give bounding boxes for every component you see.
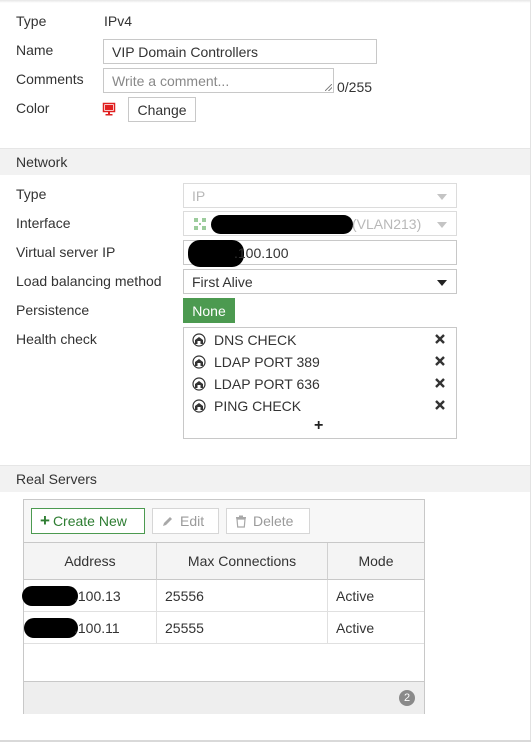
health-check-item[interactable]: PING CHECK: [192, 395, 450, 417]
address-cell: .100.11: [74, 620, 120, 636]
plus-icon: +: [40, 511, 50, 530]
remove-icon[interactable]: [434, 399, 446, 411]
comments-counter: 0/255: [337, 79, 373, 95]
type-value: IPv4: [104, 13, 133, 29]
network-interface-icon: [193, 217, 207, 231]
remove-icon[interactable]: [434, 333, 446, 345]
type-label: Type: [16, 13, 47, 29]
max-connections-cell[interactable]: 25556: [157, 580, 328, 612]
redaction-mark: [22, 586, 78, 606]
health-check-name: PING CHECK: [214, 398, 302, 414]
name-label: Name: [16, 42, 54, 58]
create-new-label: Create New: [52, 513, 127, 529]
mode-cell[interactable]: Active: [328, 612, 424, 644]
chevron-down-icon: [437, 279, 447, 286]
redaction-mark: [24, 618, 78, 638]
network-type-value: IP: [192, 187, 206, 204]
health-check-name: DNS CHECK: [214, 332, 297, 348]
network-type-label: Type: [16, 186, 47, 202]
health-check-label: Health check: [16, 331, 97, 347]
name-input[interactable]: VIP Domain Controllers: [103, 39, 377, 64]
virtual-server-ip-value: .100.100: [234, 245, 289, 261]
health-check-name: LDAP PORT 636: [214, 376, 320, 392]
chevron-down-icon: [437, 193, 447, 200]
trash-icon: [236, 515, 246, 528]
health-check-icon: [192, 377, 206, 391]
create-new-button[interactable]: + Create New: [31, 508, 145, 534]
table-footer: 2: [24, 681, 424, 714]
interface-select: (VLAN213): [183, 211, 457, 236]
delete-label: Delete: [253, 513, 294, 529]
resize-grip-icon[interactable]: [325, 84, 332, 91]
edit-button[interactable]: Edit: [152, 508, 219, 534]
monitor-icon: [102, 102, 116, 116]
interface-suffix: (VLAN213): [352, 216, 422, 232]
color-label: Color: [16, 100, 50, 116]
top-edge: [0, 0, 531, 3]
max-connections-cell[interactable]: 25555: [157, 612, 328, 644]
address-cell: .100.13: [74, 588, 121, 604]
real-servers-panel: + Create New Edit Delete Address Max Con…: [22, 499, 425, 714]
table-row[interactable]: .100.11: [24, 612, 157, 644]
change-color-button[interactable]: Change: [128, 97, 196, 122]
table-row[interactable]: .100.13: [22, 580, 157, 612]
edit-label: Edit: [180, 513, 205, 529]
health-check-icon: [192, 333, 206, 347]
remove-icon[interactable]: [434, 377, 446, 389]
redaction-mark: [211, 215, 353, 234]
chevron-down-icon: [437, 221, 447, 228]
comments-textarea[interactable]: Write a comment...: [103, 68, 334, 93]
column-header-mode[interactable]: Mode: [328, 543, 424, 580]
health-check-name: LDAP PORT 389: [214, 354, 320, 370]
comments-placeholder: Write a comment...: [112, 72, 230, 89]
virtual-server-ip-input[interactable]: .100.100: [183, 240, 457, 267]
virtual-server-ip-label: Virtual server IP: [16, 244, 116, 260]
mode-cell[interactable]: Active: [328, 580, 424, 612]
persistence-none-button[interactable]: None: [183, 298, 235, 323]
health-check-icon: [192, 355, 206, 369]
real-servers-section-title: Real Servers: [16, 471, 97, 487]
delete-button[interactable]: Delete: [226, 508, 310, 534]
comments-label: Comments: [16, 71, 84, 87]
health-check-item[interactable]: LDAP PORT 636: [192, 373, 450, 395]
remove-icon[interactable]: [434, 355, 446, 367]
health-check-list[interactable]: DNS CHECK LDAP PORT 389 LDAP PORT 636 PI…: [183, 327, 457, 439]
network-type-select: IP: [183, 183, 457, 208]
network-section-header: Network: [0, 148, 530, 175]
network-section-title: Network: [16, 154, 68, 170]
load-balancing-select[interactable]: First Alive: [183, 269, 457, 294]
real-servers-section-header: Real Servers: [0, 465, 530, 492]
persistence-label: Persistence: [16, 302, 90, 318]
pencil-icon: [163, 516, 172, 526]
column-header-address[interactable]: Address: [24, 543, 157, 580]
interface-label: Interface: [16, 215, 71, 231]
column-header-max-connections[interactable]: Max Connections: [157, 543, 328, 580]
add-health-check-button[interactable]: +: [314, 417, 323, 435]
load-balancing-value: First Alive: [192, 273, 253, 290]
load-balancing-label: Load balancing method: [16, 273, 162, 289]
health-check-item[interactable]: DNS CHECK: [192, 329, 450, 351]
row-count-badge: 2: [399, 690, 415, 706]
real-servers-table: Address Max Connections Mode .100.13 255…: [22, 542, 424, 714]
health-check-icon: [192, 399, 206, 413]
name-input-value: VIP Domain Controllers: [112, 43, 259, 60]
health-check-item[interactable]: LDAP PORT 389: [192, 351, 450, 373]
